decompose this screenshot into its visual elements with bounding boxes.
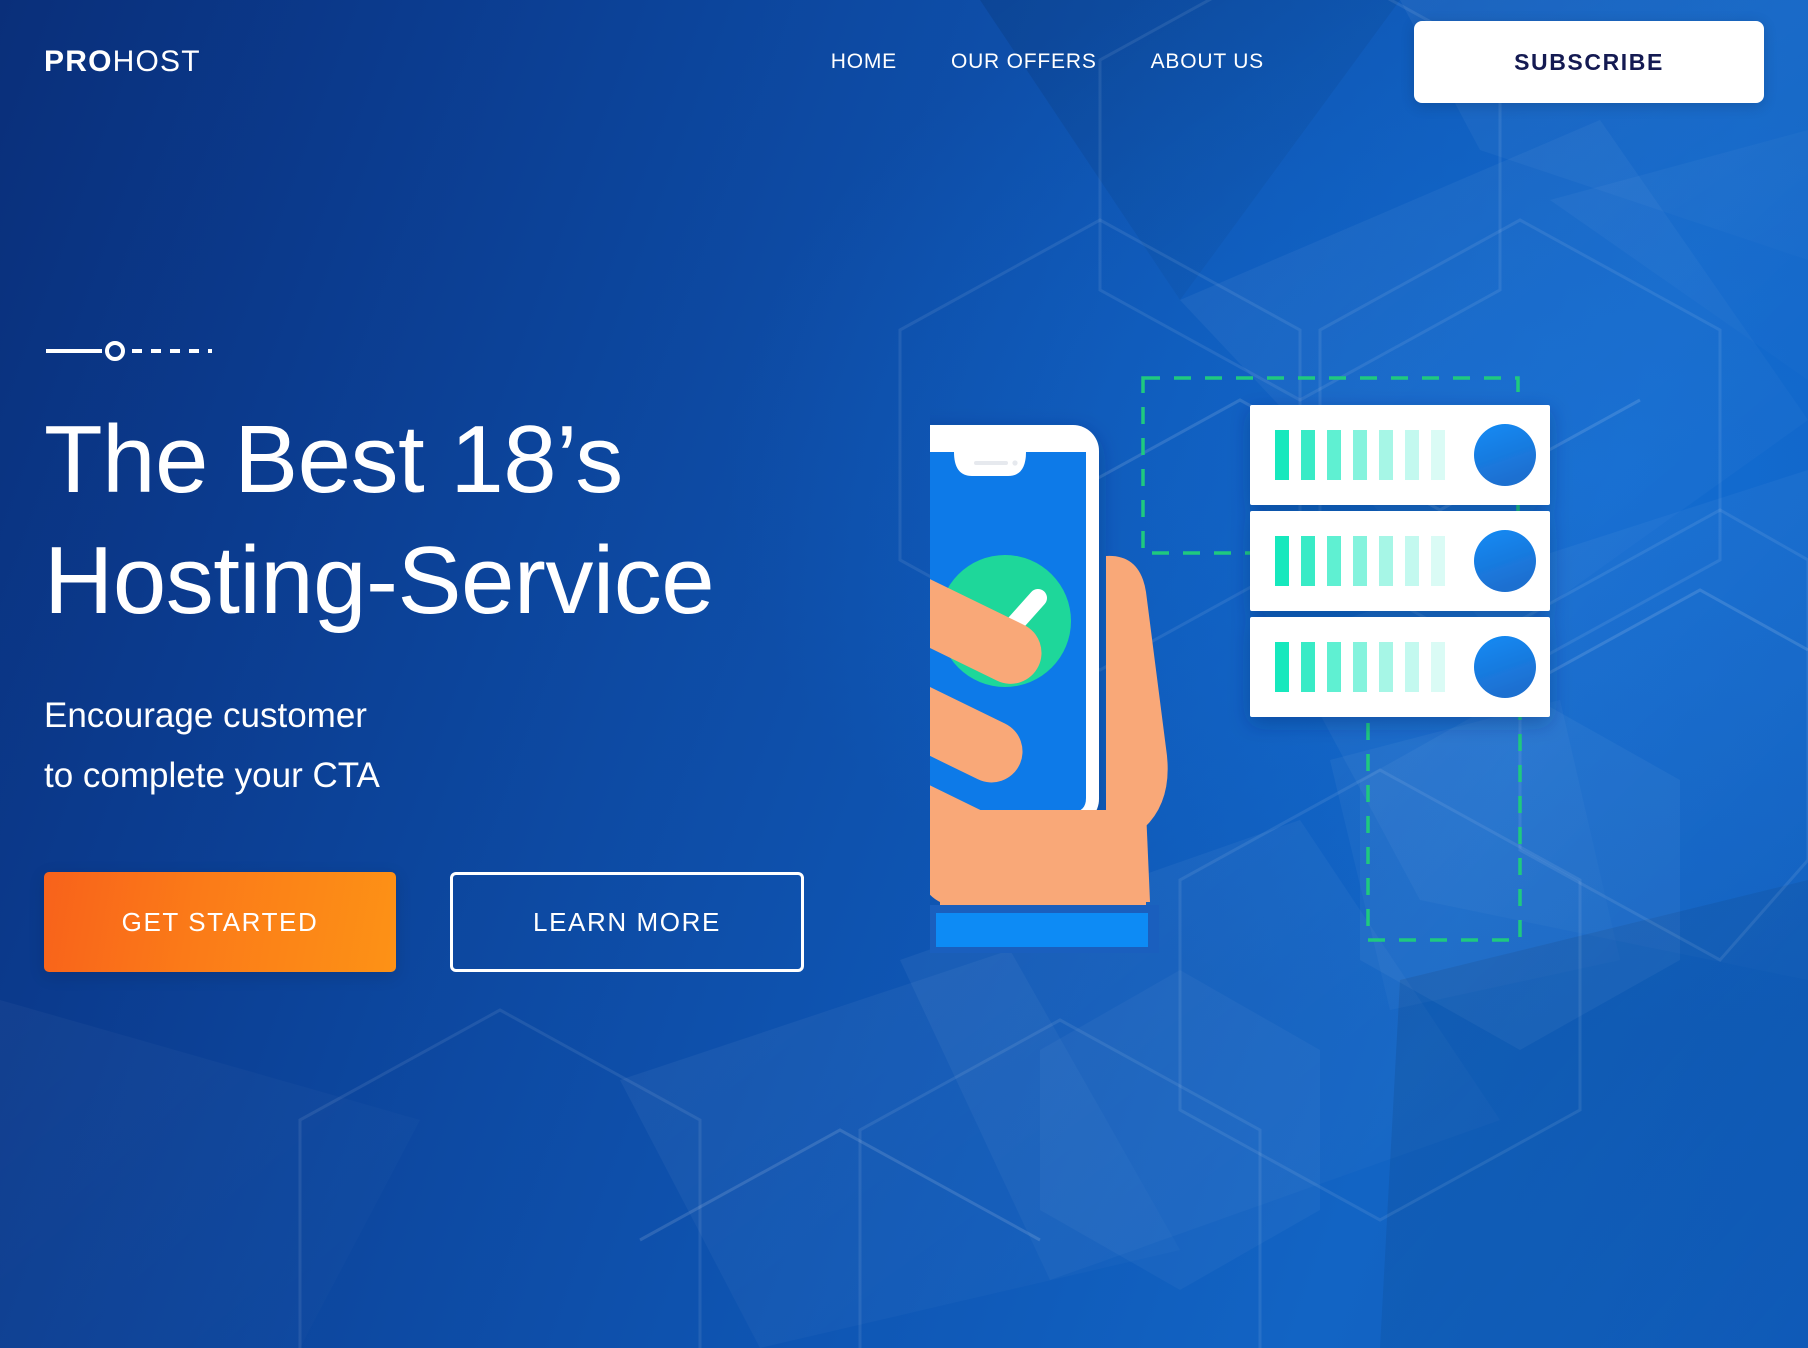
get-started-button[interactable]: GET STARTED bbox=[44, 872, 396, 973]
server-rack-illustration bbox=[1250, 405, 1550, 717]
server-unit-3 bbox=[1250, 617, 1550, 717]
server-unit-1-indicator bbox=[1474, 424, 1536, 486]
nav-item-home[interactable]: HOME bbox=[831, 50, 897, 74]
subscribe-button[interactable]: SUBSCRIBE bbox=[1414, 21, 1764, 103]
decorative-line-circle-dashes bbox=[46, 341, 212, 361]
server-unit-1 bbox=[1250, 405, 1550, 505]
cta-button-row: GET STARTED LEARN MORE bbox=[44, 872, 984, 973]
nav-item-about-us[interactable]: ABOUT US bbox=[1151, 50, 1264, 74]
page-title: The Best 18’s Hosting-Service bbox=[44, 400, 984, 642]
learn-more-button[interactable]: LEARN MORE bbox=[450, 872, 804, 973]
server-unit-3-indicator bbox=[1474, 636, 1536, 698]
hero-copy-block: The Best 18’s Hosting-Service Encourage … bbox=[44, 340, 984, 973]
nav-item-our-offers[interactable]: OUR OFFERS bbox=[951, 50, 1097, 74]
hero-section: PROHOST HOME OUR OFFERS ABOUT US SUBSCRI… bbox=[0, 0, 1808, 1348]
server-unit-2-indicator bbox=[1474, 530, 1536, 592]
server-unit-2 bbox=[1250, 511, 1550, 611]
hero-subcopy: Encourage customer to complete your CTA bbox=[44, 686, 984, 806]
subcopy-line-2: to complete your CTA bbox=[44, 756, 380, 796]
brand-logo[interactable]: PROHOST bbox=[44, 45, 201, 79]
subcopy-line-1: Encourage customer bbox=[44, 695, 367, 735]
logo-primary-text: PRO bbox=[44, 45, 113, 78]
headline-line-1: The Best 18’s bbox=[44, 406, 623, 513]
site-header: PROHOST HOME OUR OFFERS ABOUT US SUBSCRI… bbox=[0, 0, 1808, 124]
headline-line-2: Hosting-Service bbox=[44, 526, 715, 634]
hero-illustration bbox=[930, 403, 1550, 953]
phone-camera-dot bbox=[1012, 460, 1018, 466]
logo-secondary-text: HOST bbox=[112, 45, 201, 78]
main-navigation: HOME OUR OFFERS ABOUT US SUBSCRIBE bbox=[831, 21, 1764, 103]
